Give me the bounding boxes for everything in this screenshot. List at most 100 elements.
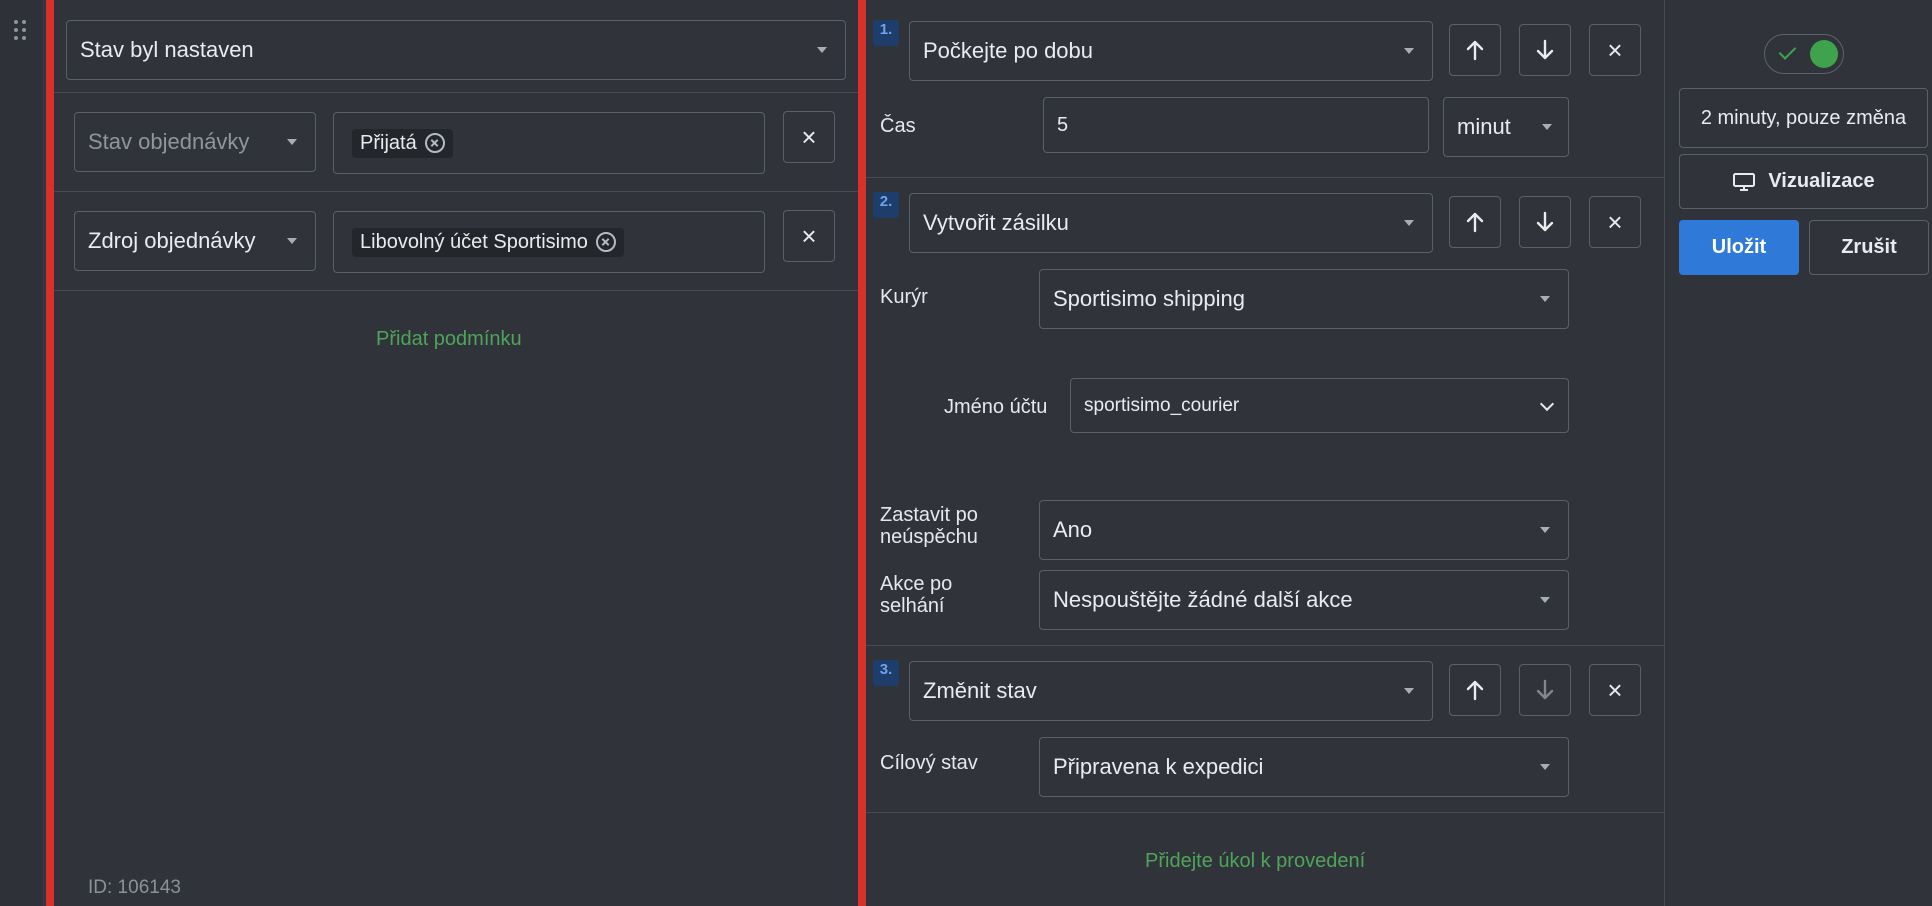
- arrow-up-icon: [1466, 680, 1484, 701]
- stop-on-failure-label: Zastavit po neúspěchu: [880, 504, 978, 548]
- divider: [866, 645, 1664, 646]
- remove-condition-button[interactable]: ×: [783, 111, 835, 163]
- arrow-down-icon: [1536, 211, 1554, 232]
- remove-condition-button[interactable]: ×: [783, 210, 835, 262]
- close-icon: ×: [801, 122, 817, 152]
- move-down-button[interactable]: [1519, 24, 1571, 76]
- stop-on-failure-select[interactable]: Ano: [1039, 500, 1569, 560]
- condition-tag-label: Libovolný účet Sportisimo: [360, 230, 588, 253]
- cancel-button[interactable]: Zrušit: [1809, 220, 1929, 275]
- courier-select[interactable]: Sportisimo shipping: [1039, 269, 1569, 329]
- schedule-value: 2 minuty, pouze změna: [1700, 106, 1907, 129]
- chevron-down-icon: [1404, 688, 1414, 694]
- chevron-down-icon: [1540, 527, 1550, 533]
- action-type-select[interactable]: Změnit stav: [909, 661, 1433, 721]
- divider: [866, 812, 1664, 813]
- failure-action-select[interactable]: Nespouštějte žádné další akce: [1039, 570, 1569, 630]
- drag-handle-icon[interactable]: [14, 20, 30, 42]
- action-number-badge: 1.: [873, 20, 899, 46]
- close-icon: ×: [1607, 675, 1623, 705]
- stop-on-failure-value: Ano: [1053, 517, 1093, 542]
- chevron-down-icon: [1542, 124, 1552, 130]
- time-unit-value: minut: [1457, 114, 1511, 139]
- trigger-event-select[interactable]: Stav byl nastaven: [66, 20, 846, 80]
- target-state-select[interactable]: Připravena k expedici: [1039, 737, 1569, 797]
- chevron-down-icon: [1539, 396, 1555, 411]
- chevron-down-icon: [1540, 597, 1550, 603]
- arrow-down-icon: [1536, 679, 1554, 700]
- arrow-down-icon: [1536, 39, 1554, 60]
- time-value: 5: [1057, 113, 1069, 136]
- condition-tag-label: Přijatá: [360, 131, 417, 154]
- chevron-down-icon: [1540, 296, 1550, 302]
- remove-tag-icon[interactable]: [595, 232, 616, 252]
- condition-field-placeholder: Stav objednávky: [88, 129, 250, 154]
- close-icon: ×: [1607, 207, 1623, 237]
- trigger-event-value: Stav byl nastaven: [80, 37, 254, 62]
- left-panel-border: [46, 0, 54, 906]
- actions-panel: 1. Počkejte po dobu × Čas 5 minut 2. Vyt…: [866, 0, 1664, 906]
- divider: [54, 92, 858, 93]
- chevron-down-icon: [1540, 764, 1550, 770]
- arrow-up-icon: [1466, 40, 1484, 61]
- action-type-value: Změnit stav: [923, 678, 1037, 703]
- condition-value-input[interactable]: Libovolný účet Sportisimo: [333, 211, 765, 273]
- remove-action-button[interactable]: ×: [1589, 664, 1641, 716]
- failure-action-label: Akce po selhání: [880, 573, 953, 617]
- toggle-knob: [1810, 40, 1838, 68]
- monitor-icon: [1733, 172, 1756, 191]
- target-state-label: Cílový stav: [880, 752, 978, 774]
- add-condition-link[interactable]: Přidat podmínku: [376, 328, 522, 351]
- chevron-down-icon: [1404, 48, 1414, 54]
- action-type-value: Počkejte po dobu: [923, 38, 1094, 63]
- divider: [866, 177, 1664, 178]
- active-toggle[interactable]: [1764, 34, 1844, 74]
- right-panel-border: [858, 0, 866, 906]
- save-button[interactable]: Uložit: [1679, 220, 1799, 275]
- failure-action-value: Nespouštějte žádné další akce: [1053, 587, 1353, 612]
- account-name-select[interactable]: sportisimo_courier: [1070, 378, 1569, 433]
- move-up-button[interactable]: [1449, 664, 1501, 716]
- action-type-select[interactable]: Počkejte po dobu: [909, 21, 1433, 81]
- target-state-value: Připravena k expedici: [1053, 754, 1264, 779]
- time-label: Čas: [880, 115, 916, 137]
- remove-action-button[interactable]: ×: [1589, 196, 1641, 248]
- account-name-value: sportisimo_courier: [1084, 394, 1240, 416]
- move-down-button[interactable]: [1519, 664, 1571, 716]
- visualize-label: Vizualizace: [1768, 170, 1875, 192]
- action-number-badge: 3.: [873, 660, 899, 686]
- condition-value-input[interactable]: Přijatá: [333, 112, 765, 174]
- time-input[interactable]: 5: [1043, 97, 1429, 153]
- move-up-button[interactable]: [1449, 196, 1501, 248]
- time-unit-select[interactable]: minut: [1443, 97, 1569, 157]
- move-down-button[interactable]: [1519, 196, 1571, 248]
- condition-tag: Přijatá: [352, 128, 453, 158]
- chevron-down-icon: [287, 139, 297, 145]
- chevron-down-icon: [1404, 220, 1414, 226]
- visualize-button[interactable]: Vizualizace: [1679, 154, 1928, 209]
- divider: [54, 290, 858, 291]
- schedule-field[interactable]: 2 minuty, pouze změna: [1679, 88, 1928, 148]
- chevron-down-icon: [287, 238, 297, 244]
- remove-action-button[interactable]: ×: [1589, 24, 1641, 76]
- close-icon: ×: [801, 221, 817, 251]
- close-icon: ×: [1607, 35, 1623, 65]
- remove-tag-icon[interactable]: [424, 133, 445, 153]
- add-task-link[interactable]: Přidejte úkol k provedení: [1145, 850, 1365, 873]
- condition-field-select[interactable]: Zdroj objednávky: [74, 211, 316, 271]
- account-name-label: Jméno účtu: [944, 396, 1048, 418]
- check-icon: [1778, 42, 1797, 60]
- arrow-up-icon: [1466, 212, 1484, 233]
- chevron-down-icon: [817, 47, 827, 53]
- action-type-value: Vytvořit zásilku: [923, 210, 1069, 235]
- trigger-id: ID: 106143: [88, 877, 181, 898]
- action-type-select[interactable]: Vytvořit zásilku: [909, 193, 1433, 253]
- divider: [54, 191, 858, 192]
- action-number-badge: 2.: [873, 192, 899, 218]
- courier-value: Sportisimo shipping: [1053, 286, 1245, 311]
- condition-field-value: Zdroj objednávky: [88, 228, 256, 253]
- courier-label: Kurýr: [880, 286, 928, 308]
- condition-field-select[interactable]: Stav objednávky: [74, 112, 316, 172]
- condition-tag: Libovolný účet Sportisimo: [352, 227, 624, 257]
- move-up-button[interactable]: [1449, 24, 1501, 76]
